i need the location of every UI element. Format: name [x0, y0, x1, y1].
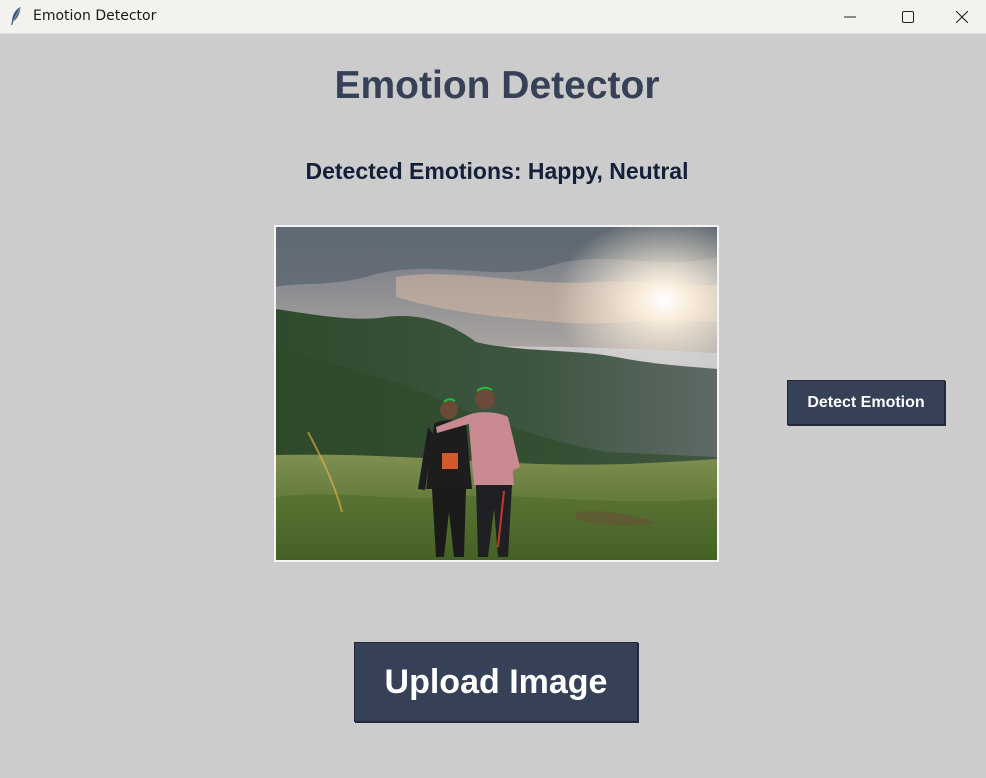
- window-titlebar[interactable]: Emotion Detector: [0, 0, 986, 34]
- feather-icon: [11, 7, 21, 25]
- close-icon: [956, 10, 968, 23]
- upload-image-button[interactable]: Upload Image: [354, 642, 638, 722]
- detect-emotion-button[interactable]: Detect Emotion: [787, 380, 945, 425]
- minimize-icon: [844, 16, 856, 17]
- maximize-button[interactable]: [880, 0, 936, 33]
- uploaded-image: [274, 225, 719, 562]
- close-button[interactable]: [938, 0, 986, 33]
- minimize-button[interactable]: [822, 0, 878, 33]
- app-heading: Emotion Detector: [334, 64, 660, 107]
- window-title: Emotion Detector: [33, 8, 157, 24]
- two-people-photo: [276, 227, 717, 560]
- maximize-icon: [902, 10, 914, 23]
- detected-emotions-label: Detected Emotions: Happy, Neutral: [305, 158, 689, 184]
